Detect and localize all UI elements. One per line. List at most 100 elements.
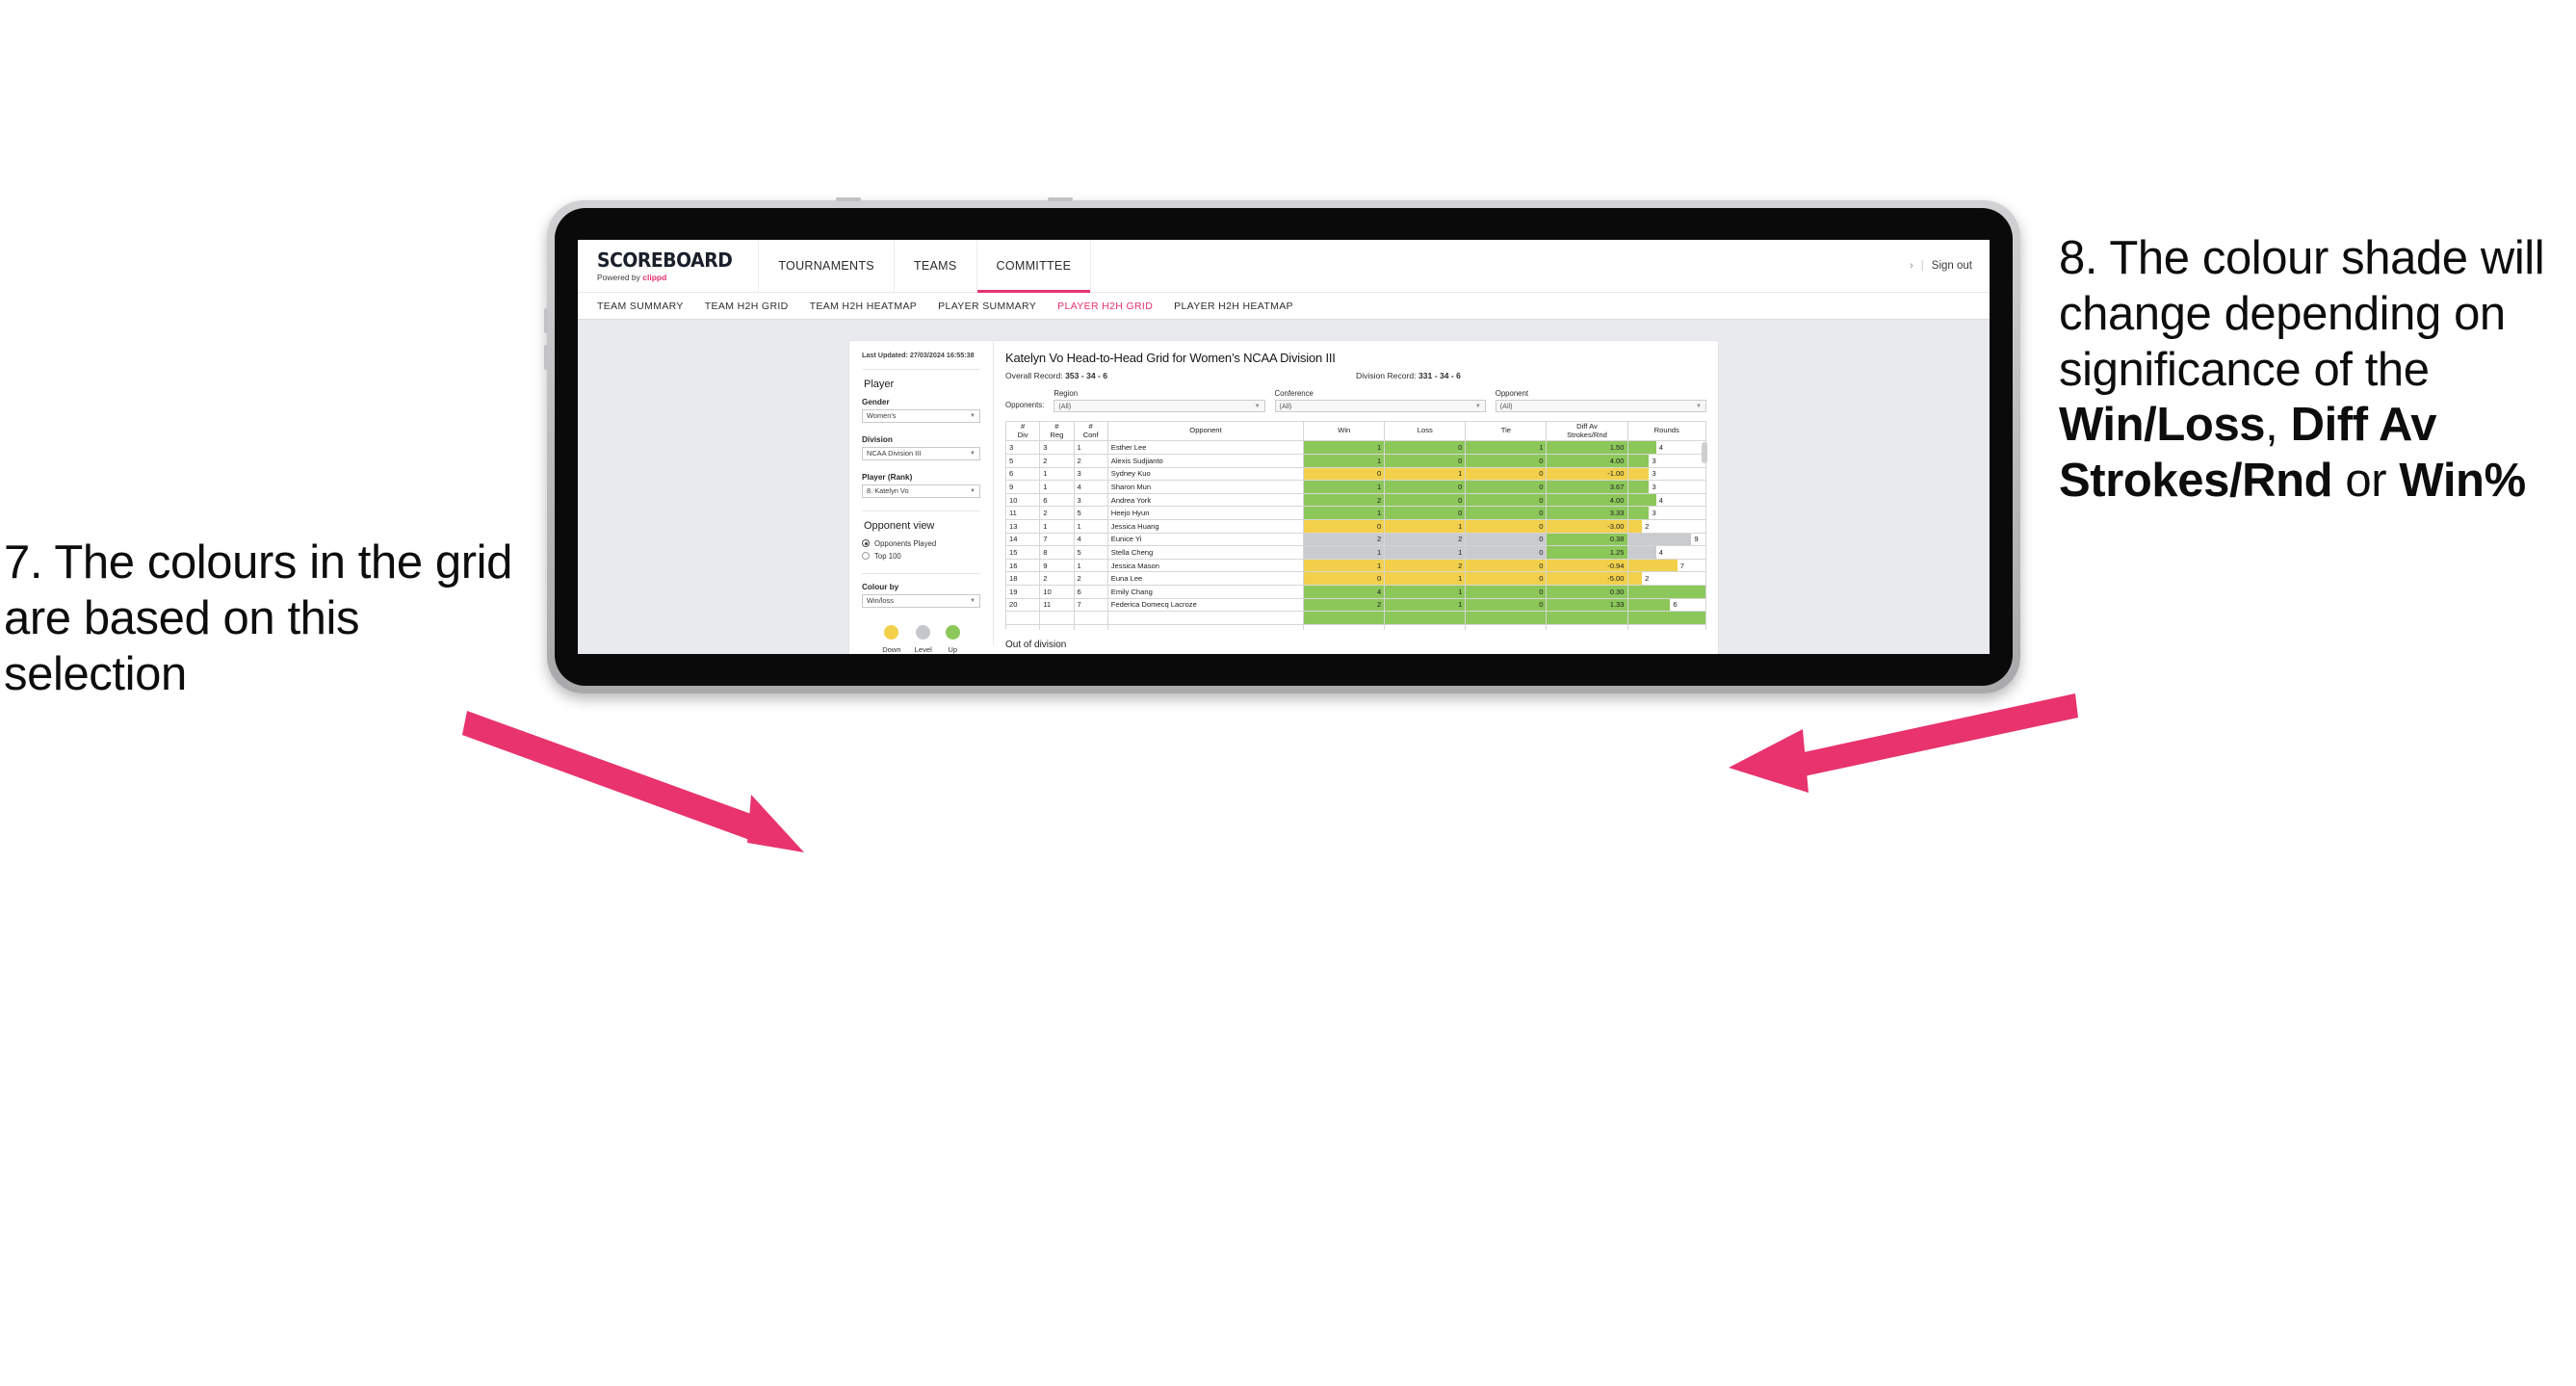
legend-item-down: Down: [882, 624, 901, 654]
last-updated-label: Last Updated: 27/03/2024 16:55:38: [862, 351, 975, 359]
legend-dot-up: [945, 624, 960, 640]
division-select[interactable]: NCAA Division III ▼: [862, 446, 980, 460]
table-row[interactable]: 3 3 1 Esther Lee 1 0 1 1.50 4: [1005, 441, 1706, 456]
cell-loss: 1: [1384, 597, 1467, 613]
secondary-nav: TEAM SUMMARY TEAM H2H GRID TEAM H2H HEAT…: [578, 293, 1990, 320]
division-record-label: Division Record:: [1356, 371, 1417, 380]
chevron-down-icon: ▼: [1474, 403, 1481, 409]
chevron-down-icon: ▼: [1254, 403, 1261, 409]
cell-win: 1: [1303, 545, 1386, 560]
filter-divider: [862, 510, 980, 511]
tab-team-h2h-grid[interactable]: TEAM H2H GRID: [705, 301, 789, 312]
conference-select[interactable]: (All) ▼: [1274, 400, 1486, 412]
col-div[interactable]: # Div: [1004, 420, 1041, 442]
table-row[interactable]: 18 2 2 Euna Lee 0 1 0 -5.00 2: [1005, 571, 1706, 586]
divider-pipe: |: [1920, 260, 1924, 272]
rounds-value: 3: [1652, 469, 1656, 479]
cell-tie: 1: [1465, 441, 1548, 456]
col-loss[interactable]: Loss: [1384, 420, 1467, 442]
col-rounds[interactable]: Rounds: [1626, 420, 1706, 442]
legend-item-level: Level: [915, 624, 932, 654]
tablet-button-top: [544, 308, 548, 333]
cell-spacer: [1465, 624, 1548, 631]
grid-vertical-scrollbar[interactable]: [1702, 442, 1707, 463]
cell-win: 0: [1303, 571, 1386, 586]
colour-by-select[interactable]: Win/loss ▼: [862, 593, 980, 608]
nav-item-committee[interactable]: COMMITTEE: [976, 240, 1092, 293]
dashboard-sheet: Last Updated: 27/03/2024 16:55:38 Player…: [849, 341, 1718, 654]
table-row[interactable]: 16 9 1 Jessica Mason 1 2 0 -0.94 7: [1005, 558, 1706, 573]
col-opponent[interactable]: Opponent: [1106, 420, 1305, 442]
sheet-body: Last Updated: 27/03/2024 16:55:38 Player…: [849, 341, 1718, 654]
table-row[interactable]: 20 11 7 Federica Domecq Lacroze 2 1 0 1.33 6: [1005, 597, 1706, 613]
radio-top-100[interactable]: Top 100: [862, 552, 980, 561]
tab-team-summary[interactable]: TEAM SUMMARY: [597, 301, 684, 312]
table-row[interactable]: 5 2 2 Alexis Sudjianto 1 0 0 4.00 3: [1005, 454, 1706, 468]
table-row[interactable]: 11 2 5 Heejo Hyun 1 0 0 3.33 3: [1005, 506, 1706, 520]
col-reg[interactable]: # Reg: [1039, 420, 1075, 442]
table-row[interactable]: 10 6 3 Andrea York 2 0 0 4.00 4: [1005, 492, 1706, 508]
cell-spacer: [1039, 624, 1075, 631]
table-row[interactable]: 13 1 1 Jessica Huang 0 1 0 -3.00 2: [1005, 519, 1706, 534]
table-spacer-row: [1005, 624, 1706, 631]
rounds-value: 9: [1694, 535, 1699, 544]
opponent-select[interactable]: (All) ▼: [1495, 400, 1706, 412]
cell-spacer: [1005, 624, 1041, 631]
cell-rounds: 6: [1626, 597, 1706, 613]
colour-by-label: Colour by: [862, 582, 899, 591]
region-select[interactable]: (All) ▼: [1054, 400, 1265, 412]
cell-diff-av-strokes: 0.38: [1546, 532, 1628, 547]
cell-rounds: 4: [1626, 441, 1706, 456]
cell-div: 9: [1005, 480, 1041, 494]
cell-partial: [1039, 611, 1075, 625]
chevron-right-icon[interactable]: ›: [1910, 260, 1913, 272]
radio-unselected-icon: [862, 552, 870, 561]
nav-item-teams[interactable]: TEAMS: [895, 240, 977, 293]
cell-loss: 0: [1384, 454, 1467, 468]
scoreboard-logo[interactable]: SCOREBOARD Powered by clippd: [578, 250, 758, 282]
cell-tie: 0: [1465, 558, 1548, 573]
cell-div: 14: [1005, 532, 1041, 547]
tablet-button-bottom: [544, 345, 548, 370]
radio-selected-icon: [862, 539, 870, 548]
col-diff-av-strokes[interactable]: Diff Av Strokes/Rnd: [1546, 420, 1628, 442]
table-row[interactable]: 14 7 4 Eunice Yi 2 2 0 0.38 9: [1005, 532, 1706, 547]
cell-reg: 1: [1039, 480, 1075, 494]
col-div-l2: Div: [1017, 430, 1028, 439]
table-row[interactable]: 6 1 3 Sydney Kuo 0 1 0 -1.00 3: [1005, 466, 1706, 482]
cell-rounds: 3: [1626, 506, 1706, 520]
cell-diff-av-strokes: -3.00: [1546, 519, 1628, 534]
table-row[interactable]: 15 8 5 Stella Cheng 1 1 0 1.25 4: [1005, 545, 1706, 560]
rounds-value: 4: [1658, 443, 1663, 453]
cell-diff-av-strokes: 1.25: [1546, 545, 1628, 560]
logo-powered-by: Powered by: [597, 272, 643, 282]
nav-item-tournaments[interactable]: TOURNAMENTS: [759, 240, 895, 293]
sign-out-link[interactable]: Sign out: [1932, 260, 1972, 272]
col-win[interactable]: Win: [1303, 420, 1386, 442]
table-row[interactable]: 19106Emily Chang4100.3011: [1005, 584, 1706, 599]
player-rank-select[interactable]: 8. Katelyn Vo ▼: [862, 484, 980, 498]
tab-player-h2h-heatmap[interactable]: PLAYER H2H HEATMAP: [1174, 301, 1293, 312]
cell-conf: 4: [1073, 532, 1108, 547]
col-tie[interactable]: Tie: [1465, 420, 1548, 442]
radio-opponents-played[interactable]: Opponents Played: [862, 539, 980, 548]
cell-conf: 5: [1073, 545, 1108, 560]
cell-rounds: 11: [1626, 584, 1706, 599]
col-conf[interactable]: # Conf: [1073, 420, 1108, 442]
table-row[interactable]: 9 1 4 Sharon Mun 1 0 0 3.67 3: [1005, 480, 1706, 494]
cell-reg: 10: [1039, 584, 1075, 599]
cell-partial: [1005, 611, 1041, 625]
tab-player-summary[interactable]: PLAYER SUMMARY: [938, 301, 1036, 312]
cell-div: 16: [1005, 558, 1041, 573]
cell-win: 0: [1303, 519, 1386, 534]
tab-player-h2h-grid[interactable]: PLAYER H2H GRID: [1057, 301, 1153, 312]
page-title: Katelyn Vo Head-to-Head Grid for Women’s…: [1005, 351, 1336, 365]
conference-caption: Conference: [1274, 389, 1314, 398]
player-rank-label: Player (Rank): [862, 472, 913, 482]
conference-value: (All): [1279, 402, 1292, 410]
cell-opponent: Jessica Mason: [1106, 558, 1305, 573]
gender-select[interactable]: Women's ▼: [862, 408, 980, 423]
grid-scroll-viewport[interactable]: 3 3 1 Esther Lee 1 0 1 1.50 4 5 2 2 Alexis Sudjianto…: [1005, 441, 1706, 631]
tab-team-h2h-heatmap[interactable]: TEAM H2H HEATMAP: [810, 301, 918, 312]
cell-opponent: Emily Chang: [1106, 584, 1305, 599]
